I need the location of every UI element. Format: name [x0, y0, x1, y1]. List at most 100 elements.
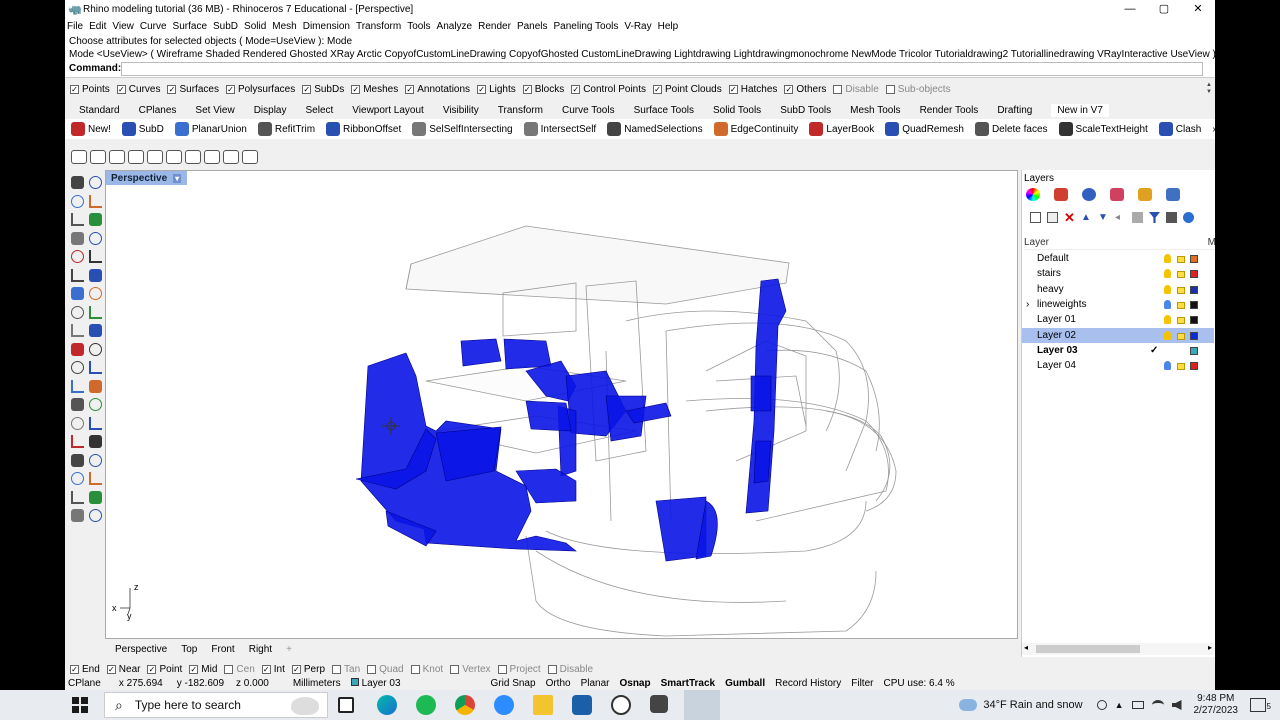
layer-color-swatch[interactable]: [1190, 255, 1198, 263]
tab-mesh-tools[interactable]: Mesh Tools: [850, 105, 900, 116]
menu-mesh[interactable]: Mesh: [272, 21, 296, 32]
tool-palette-icon[interactable]: [89, 361, 102, 374]
tool-palette-icon[interactable]: [89, 194, 102, 208]
tool-palette-icon[interactable]: [71, 268, 84, 282]
filter-surfaces-checkbox[interactable]: ✓: [167, 85, 177, 94]
lock-icon[interactable]: [1177, 271, 1185, 279]
aperture-app-icon[interactable]: [611, 695, 631, 715]
tool-palette-icon[interactable]: [71, 324, 84, 337]
filter-lights[interactable]: ✓ Lights: [477, 84, 516, 95]
filter-hatches-checkbox[interactable]: ✓: [728, 85, 738, 94]
tool-scaletextheight-button[interactable]: ScaleTextHeight: [1058, 122, 1148, 136]
move-down-icon[interactable]: ▼: [1098, 212, 1109, 223]
tool-palette-icon[interactable]: [89, 268, 102, 282]
osnap-project[interactable]: Project: [497, 664, 541, 675]
view-tab-perspective[interactable]: Perspective: [115, 644, 167, 655]
toolbar-overflow-button[interactable]: »: [1212, 124, 1215, 135]
tool-palette-icon[interactable]: [89, 472, 102, 485]
help-icon[interactable]: [1183, 212, 1194, 223]
plant-icon[interactable]: [204, 150, 220, 164]
tool-palette-icon[interactable]: [89, 509, 102, 522]
tool-palette-icon[interactable]: [89, 379, 102, 393]
move-up-icon[interactable]: ▲: [1081, 212, 1092, 223]
filter-icon[interactable]: [1149, 212, 1160, 223]
tool-palette-icon[interactable]: [71, 213, 84, 226]
visibility-bulb-icon[interactable]: [1164, 284, 1171, 294]
tab-visibility[interactable]: Visibility: [443, 105, 479, 116]
chevron-up-icon[interactable]: ▲: [1115, 700, 1124, 710]
layer-color-swatch[interactable]: [1190, 316, 1198, 325]
filter-disable[interactable]: Disable: [833, 84, 879, 95]
tray-app-icon[interactable]: [1096, 700, 1107, 710]
osnap-cen[interactable]: Cen: [224, 664, 255, 675]
filter-others-checkbox[interactable]: ✓: [784, 85, 794, 94]
menu-solid[interactable]: Solid: [244, 21, 266, 32]
tool-palette-icon[interactable]: [71, 231, 84, 245]
layer-row-stairs[interactable]: stairs: [1022, 266, 1214, 281]
layer-row-layer-01[interactable]: Layer 01: [1022, 312, 1214, 327]
smarttrack-toggle[interactable]: SmartTrack: [661, 678, 715, 689]
selected-layer-02-geometry[interactable]: [355, 278, 787, 562]
ghosted-mode-icon[interactable]: [147, 150, 163, 164]
filter-control-points-checkbox[interactable]: ✓: [571, 85, 581, 94]
visibility-bulb-icon[interactable]: [1164, 315, 1171, 325]
tool-palette-icon[interactable]: [89, 213, 102, 226]
menu-view[interactable]: View: [112, 21, 134, 32]
new-sublayer-icon[interactable]: [1047, 212, 1058, 223]
filter-meshes-checkbox[interactable]: ✓: [351, 85, 361, 94]
menu-help[interactable]: Help: [658, 21, 679, 32]
tool-palette-icon[interactable]: [71, 472, 84, 485]
tool-palette-icon[interactable]: [89, 435, 102, 448]
tab-standard[interactable]: Standard: [79, 105, 120, 116]
tab-render-tools[interactable]: Render Tools: [920, 105, 979, 116]
tab-curve-tools[interactable]: Curve Tools: [562, 105, 615, 116]
layer-props-icon[interactable]: [1132, 212, 1143, 223]
tool-palette-icon[interactable]: [71, 416, 84, 430]
tool-namedselections-button[interactable]: NamedSelections: [607, 122, 703, 136]
tool-palette-icon[interactable]: [89, 490, 102, 504]
filter-polysurfaces[interactable]: ✓ Polysurfaces: [225, 84, 295, 95]
tool-refittrim-button[interactable]: RefitTrim: [257, 122, 315, 136]
tab-cplanes[interactable]: CPlanes: [139, 105, 177, 116]
filter-points[interactable]: ✓ Points: [70, 84, 110, 95]
tool-clash-button[interactable]: Clash: [1158, 122, 1201, 136]
menu-file[interactable]: File: [67, 21, 83, 32]
osnap-knot-checkbox[interactable]: [410, 664, 420, 674]
osnap-project-checkbox[interactable]: [497, 664, 507, 674]
file-explorer-icon[interactable]: [533, 695, 553, 715]
menu-analyze[interactable]: Analyze: [437, 21, 473, 32]
tool-palette-icon[interactable]: [71, 379, 84, 393]
model-view[interactable]: z x y: [106, 171, 1018, 639]
tab-viewport-layout[interactable]: Viewport Layout: [352, 105, 424, 116]
tab-set-view[interactable]: Set View: [195, 105, 234, 116]
layer-color-swatch[interactable]: [1190, 346, 1198, 355]
lock-icon[interactable]: [1177, 301, 1185, 309]
tool-quadremesh-button[interactable]: QuadRemesh: [885, 122, 964, 136]
tool-palette-icon[interactable]: [71, 342, 84, 356]
fabric-icon[interactable]: [223, 150, 239, 164]
tool-palette-icon[interactable]: [89, 305, 102, 319]
tool-palette-icon[interactable]: [89, 176, 102, 189]
filter-points-checkbox[interactable]: ✓: [70, 85, 79, 94]
minimize-button[interactable]: —: [1113, 0, 1147, 19]
add-viewport-tab-button[interactable]: +: [286, 644, 292, 655]
tab-subd-tools[interactable]: SubD Tools: [780, 105, 831, 116]
tools-icon[interactable]: [1166, 212, 1177, 223]
visibility-bulb-icon[interactable]: [1164, 330, 1171, 340]
filter-toggle[interactable]: Filter: [851, 678, 873, 689]
lock-icon[interactable]: [1177, 363, 1185, 371]
battery-icon[interactable]: [1131, 701, 1144, 709]
box-icon[interactable]: [166, 150, 182, 164]
menu-subd[interactable]: SubD: [213, 21, 238, 32]
record-history-toggle[interactable]: Record History: [775, 678, 841, 689]
osnap-perp[interactable]: ✓ Perp: [291, 664, 325, 675]
tool-new-button[interactable]: New!: [71, 122, 111, 136]
osnap-vertex-checkbox[interactable]: [450, 664, 460, 674]
menu-paneling-tools[interactable]: Paneling Tools: [554, 21, 619, 32]
osnap-near[interactable]: ✓ Near: [106, 664, 140, 675]
layer-row-layer-03[interactable]: Layer 03 ✓: [1022, 343, 1214, 358]
expand-chevron-icon[interactable]: ›: [1026, 299, 1029, 310]
layer-row-default[interactable]: Default: [1022, 251, 1214, 266]
tool-ribbonoffset-button[interactable]: RibbonOffset: [326, 122, 401, 136]
filter-control-points[interactable]: ✓ Control Points: [571, 84, 646, 95]
